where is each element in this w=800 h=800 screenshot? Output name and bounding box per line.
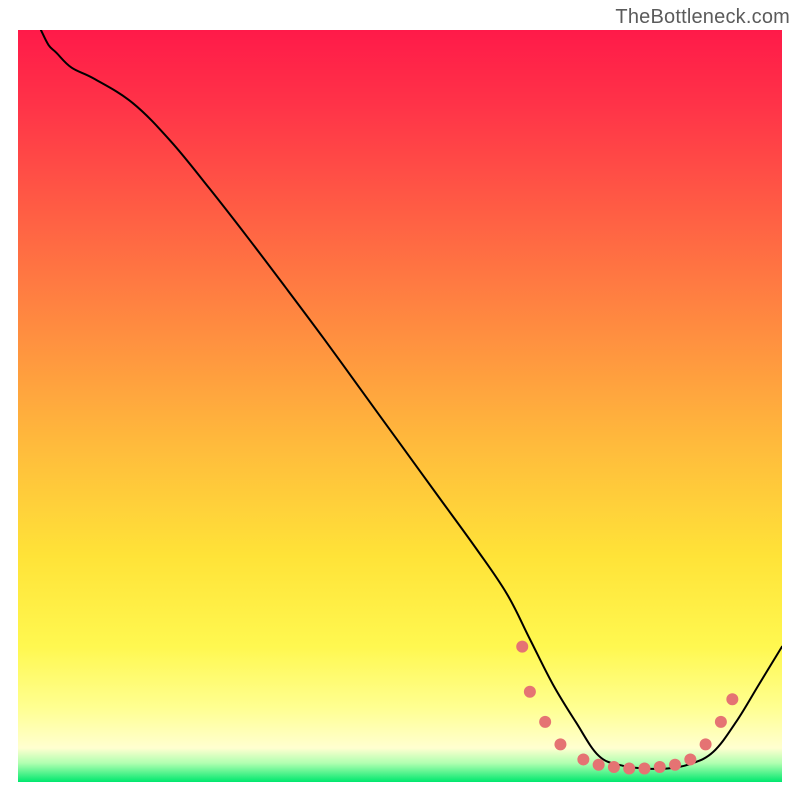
marker-point	[654, 761, 666, 773]
marker-point	[577, 753, 589, 765]
marker-point	[593, 759, 605, 771]
marker-point	[539, 716, 551, 728]
marker-point	[554, 738, 566, 750]
marker-point	[684, 753, 696, 765]
attribution-text: TheBottleneck.com	[615, 6, 790, 29]
plot-background	[18, 30, 782, 782]
marker-point	[715, 716, 727, 728]
marker-point	[516, 641, 528, 653]
chart-svg	[0, 0, 800, 800]
marker-point	[623, 762, 635, 774]
chart-canvas: TheBottleneck.com	[0, 0, 800, 800]
marker-point	[608, 761, 620, 773]
marker-point	[638, 762, 650, 774]
marker-point	[524, 686, 536, 698]
marker-point	[726, 693, 738, 705]
marker-point	[700, 738, 712, 750]
marker-point	[669, 759, 681, 771]
